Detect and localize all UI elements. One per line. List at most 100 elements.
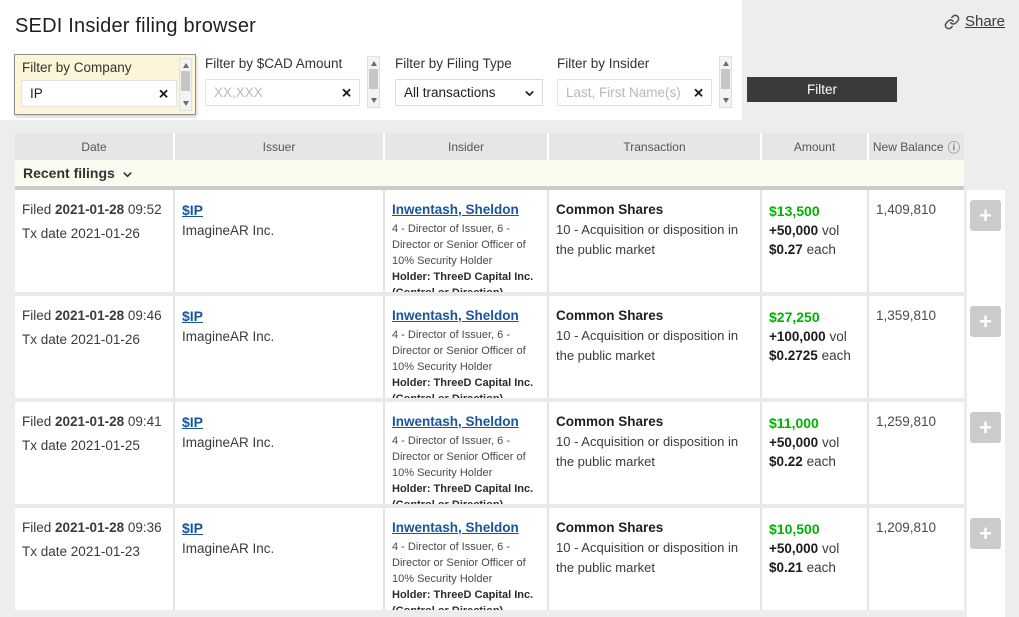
scroll-down-icon[interactable] [723,98,729,103]
scroll-up-icon[interactable] [183,63,189,68]
clear-cad-amount-icon[interactable]: ✕ [341,86,352,99]
scrollbar-thumb[interactable] [721,69,730,89]
filed-time: 09:52 [128,202,162,217]
insider-link[interactable]: Inwentash, Sheldon [392,520,519,535]
issuer-name: ImagineAR Inc. [182,223,377,238]
issuer-cell: $IP ImagineAR Inc. [175,508,383,610]
ticker-link[interactable]: $IP [182,308,203,324]
scroll-up-icon[interactable] [371,61,377,66]
column-header-insider: Insider [385,133,547,160]
new-balance-cell: 1,259,810 [869,402,964,504]
security-name: Common Shares [556,308,754,323]
amount-cell: $13,500 +50,000 vol $0.27 each [762,190,867,292]
tx-date: 2021-01-23 [71,544,140,559]
table-row: Filed 2021-01-28 09:46 Tx date 2021-01-2… [15,296,964,398]
scrollbar-thumb[interactable] [369,69,378,89]
filed-time: 09:41 [128,414,162,429]
security-name: Common Shares [556,202,754,217]
issuer-name: ImagineAR Inc. [182,541,377,556]
filed-date: 2021-01-28 [55,308,124,323]
add-row-button[interactable]: + [970,200,1001,231]
insider-roles: 4 - Director of Issuer, 6 - Director or … [392,540,541,588]
table-body: Filed 2021-01-28 09:52 Tx date 2021-01-2… [15,190,964,610]
cad-amount-filter-input[interactable] [205,79,360,106]
info-icon[interactable]: ⓘ [948,137,961,156]
ticker-link[interactable]: $IP [182,520,203,536]
issuer-cell: $IP ImagineAR Inc. [175,190,383,292]
balance-value: 1,209,810 [876,520,936,535]
row-actions-column: + + + + [967,190,1005,617]
amount-cell: $11,000 +50,000 vol $0.22 each [762,402,867,504]
filing-type-filter-group: Filter by Filing Type All transactions [395,56,543,106]
insider-holder: Holder: ThreeD Capital Inc. (Control or … [392,376,541,398]
cad-amount-filter-group: Filter by $CAD Amount ✕ [205,56,380,108]
filed-date: 2021-01-28 [55,414,124,429]
filing-type-filter-label: Filter by Filing Type [395,56,543,71]
insider-link[interactable]: Inwentash, Sheldon [392,414,519,429]
company-filter-scrollbar[interactable] [179,58,192,111]
column-header-date: Date [15,133,173,160]
recent-filings-toggle[interactable]: Recent filings [15,160,964,186]
insider-filter-scrollbar[interactable] [719,56,732,108]
scroll-down-icon[interactable] [371,98,377,103]
transaction-type: 10 - Acquisition or disposition in the p… [556,326,754,365]
company-filter-input[interactable] [21,80,177,107]
transaction-type: 10 - Acquisition or disposition in the p… [556,432,754,471]
insider-filter-input[interactable] [557,79,712,106]
insider-roles: 4 - Director of Issuer, 6 - Director or … [392,434,541,482]
table-row: Filed 2021-01-28 09:52 Tx date 2021-01-2… [15,190,964,292]
add-row-button[interactable]: + [970,306,1001,337]
company-filter-label: Filter by Company [22,60,132,75]
chevron-down-icon [122,169,133,180]
scroll-down-icon[interactable] [183,101,189,106]
column-header-amount: Amount [762,133,867,160]
clear-company-icon[interactable]: ✕ [158,87,169,100]
add-row-button[interactable]: + [970,518,1001,549]
share-button[interactable]: Share [944,13,1005,30]
add-row-button[interactable]: + [970,412,1001,443]
insider-link[interactable]: Inwentash, Sheldon [392,308,519,323]
new-balance-cell: 1,409,810 [869,190,964,292]
filing-type-select[interactable]: All transactions [395,79,543,106]
insider-holder: Holder: ThreeD Capital Inc. (Control or … [392,588,541,610]
link-icon [944,14,960,30]
security-name: Common Shares [556,520,754,535]
amount-value: $10,500 [769,520,861,539]
table-row: Filed 2021-01-28 09:41 Tx date 2021-01-2… [15,402,964,504]
cad-amount-filter-scrollbar[interactable] [367,56,380,108]
filed-date: 2021-01-28 [55,520,124,535]
chevron-down-icon [523,87,536,100]
tx-date: 2021-01-26 [71,226,140,241]
issuer-cell: $IP ImagineAR Inc. [175,402,383,504]
volume-value: +100,000 [769,329,826,344]
scrollbar-thumb[interactable] [181,71,190,91]
insider-roles: 4 - Director of Issuer, 6 - Director or … [392,328,541,376]
ticker-link[interactable]: $IP [182,414,203,430]
clear-insider-icon[interactable]: ✕ [693,86,704,99]
insider-holder: Holder: ThreeD Capital Inc. (Control or … [392,482,541,504]
balance-value: 1,359,810 [876,308,936,323]
amount-cell: $27,250 +100,000 vol $0.2725 each [762,296,867,398]
issuer-name: ImagineAR Inc. [182,435,377,450]
share-label: Share [965,13,1005,30]
transaction-cell: Common Shares 10 - Acquisition or dispos… [549,402,760,504]
filter-submit-button[interactable]: Filter [747,77,897,102]
transaction-type: 10 - Acquisition or disposition in the p… [556,538,754,577]
volume-value: +50,000 [769,541,818,556]
issuer-name: ImagineAR Inc. [182,329,377,344]
transaction-type: 10 - Acquisition or disposition in the p… [556,220,754,259]
table-header-row: Date Issuer Insider Transaction Amount N… [15,133,964,160]
transaction-cell: Common Shares 10 - Acquisition or dispos… [549,190,760,292]
filings-table: Date Issuer Insider Transaction Amount N… [15,133,964,610]
scroll-up-icon[interactable] [723,61,729,66]
date-cell: Filed 2021-01-28 09:46 Tx date 2021-01-2… [15,296,173,398]
filed-date: 2021-01-28 [55,202,124,217]
transaction-cell: Common Shares 10 - Acquisition or dispos… [549,508,760,610]
cad-amount-filter-label: Filter by $CAD Amount [205,56,380,71]
date-cell: Filed 2021-01-28 09:52 Tx date 2021-01-2… [15,190,173,292]
ticker-link[interactable]: $IP [182,202,203,218]
insider-link[interactable]: Inwentash, Sheldon [392,202,519,217]
insider-cell: Inwentash, Sheldon 4 - Director of Issue… [385,296,547,398]
new-balance-cell: 1,209,810 [869,508,964,610]
filed-time: 09:46 [128,308,162,323]
